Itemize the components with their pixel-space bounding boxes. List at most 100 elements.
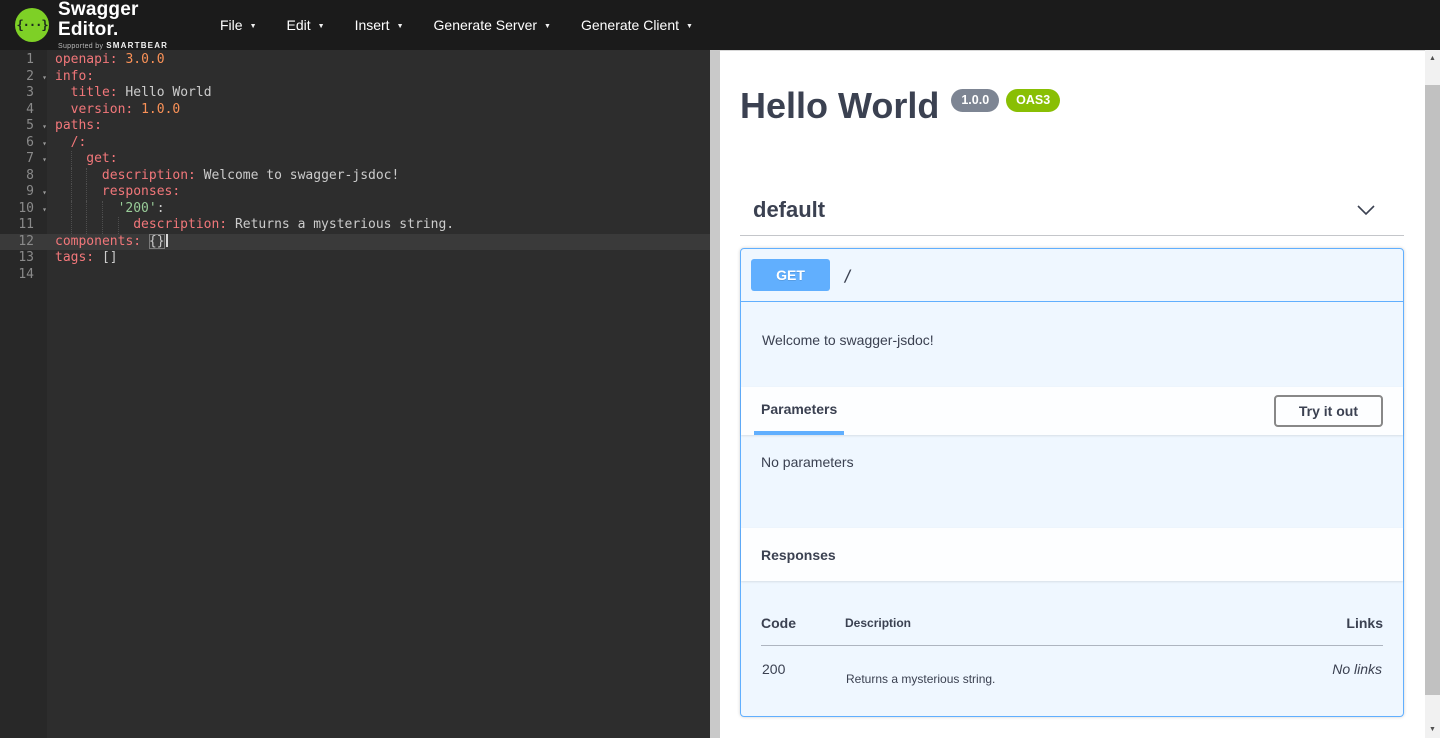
indent-guide xyxy=(86,201,102,218)
line-number[interactable]: 3 xyxy=(0,85,47,102)
code-token: version: xyxy=(71,102,134,117)
code-line-11[interactable]: 11description: Returns a mysterious stri… xyxy=(0,217,710,234)
supported-by-label: Supported by xyxy=(58,43,103,50)
line-number[interactable]: 1 xyxy=(0,52,47,69)
line-number[interactable]: 5▾ xyxy=(0,118,47,135)
code-line-6[interactable]: 6▾ /: xyxy=(0,135,710,152)
code-token: Hello World xyxy=(118,85,212,100)
code-token: info: xyxy=(55,69,94,84)
fold-arrow-icon[interactable]: ▾ xyxy=(42,202,47,219)
menu-label: File xyxy=(220,17,243,33)
line-number[interactable]: 14 xyxy=(0,267,47,284)
code-line-9[interactable]: 9▾ responses: xyxy=(0,184,710,201)
oas3-badge: OAS3 xyxy=(1006,89,1060,112)
menu-generate-client[interactable]: Generate Client▼ xyxy=(566,0,708,50)
code-line-14[interactable]: 14 xyxy=(0,267,710,284)
column-description: Description xyxy=(845,595,1293,646)
swagger-editor-logo[interactable]: {···} Swagger Editor. Supported bySMARTB… xyxy=(15,0,197,50)
code-text: title: Hello World xyxy=(47,85,212,102)
indent-guide xyxy=(55,217,71,234)
code-line-13[interactable]: 13 tags: [] xyxy=(0,250,710,267)
code-text: info: xyxy=(47,69,94,86)
scroll-up-icon[interactable]: ▲ xyxy=(1425,51,1440,66)
code-token: 3.0.0 xyxy=(125,52,164,67)
line-number[interactable]: 6▾ xyxy=(0,135,47,152)
code-token: tags: xyxy=(55,250,94,265)
menu-edit[interactable]: Edit▼ xyxy=(272,0,340,50)
line-number[interactable]: 2▾ xyxy=(0,69,47,86)
opblock-get-root: GET / Welcome to swagger-jsdoc! Paramete… xyxy=(740,248,1404,717)
code-token: 1.0.0 xyxy=(141,102,180,117)
responses-table: Code Description Links 200Returns a myst… xyxy=(761,595,1383,716)
code-token: title: xyxy=(71,85,118,100)
code-line-4[interactable]: 4version: 1.0.0 xyxy=(0,102,710,119)
api-badges: 1.0.0 OAS3 xyxy=(951,89,1060,112)
line-number[interactable]: 8 xyxy=(0,168,47,185)
api-info: Hello World 1.0.0 OAS3 xyxy=(740,86,1404,126)
code-token: Returns a mysterious string. xyxy=(227,217,454,232)
code-line-12[interactable]: 12components: {} xyxy=(0,234,710,251)
indent-guide xyxy=(55,135,71,152)
preview-scrollbar[interactable]: ▲ ▼ xyxy=(1425,50,1440,738)
caret-down-icon: ▼ xyxy=(686,23,693,30)
fold-arrow-icon[interactable]: ▾ xyxy=(42,70,47,87)
fold-arrow-icon[interactable]: ▾ xyxy=(42,119,47,136)
method-badge-get[interactable]: GET xyxy=(751,259,830,291)
line-number[interactable]: 10▾ xyxy=(0,201,47,218)
code-text: description: Welcome to swagger-jsdoc! xyxy=(47,168,399,185)
app-title: Swagger Editor. xyxy=(58,0,197,40)
code-token: /: xyxy=(71,135,87,150)
line-number[interactable]: 4 xyxy=(0,102,47,119)
menu-insert[interactable]: Insert▼ xyxy=(340,0,419,50)
opblock-summary[interactable]: GET / xyxy=(741,249,1403,302)
topbar: {···} Swagger Editor. Supported bySMARTB… xyxy=(0,0,1440,50)
responses-table-wrapper: Code Description Links 200Returns a myst… xyxy=(741,581,1403,716)
operation-path[interactable]: / xyxy=(843,266,853,285)
fold-arrow-icon[interactable]: ▾ xyxy=(42,185,47,202)
code-line-3[interactable]: 3title: Hello World xyxy=(0,85,710,102)
menu-generate-server[interactable]: Generate Server▼ xyxy=(419,0,566,50)
menu-file[interactable]: File ▼ xyxy=(205,0,272,50)
tag-section-default[interactable]: default xyxy=(740,189,1404,236)
code-line-1[interactable]: 1openapi: 3.0.0 xyxy=(0,52,710,69)
code-line-8[interactable]: 8description: Welcome to swagger-jsdoc! xyxy=(0,168,710,185)
line-number[interactable]: 11 xyxy=(0,217,47,234)
code-token: '200' xyxy=(118,201,157,216)
tab-parameters[interactable]: Parameters xyxy=(754,387,844,435)
text-cursor xyxy=(166,234,168,247)
line-number[interactable]: 7▾ xyxy=(0,151,47,168)
responses-header: Responses xyxy=(741,528,1403,581)
code-token: responses: xyxy=(102,184,180,199)
code-line-5[interactable]: 5▾ paths: xyxy=(0,118,710,135)
indent-guide xyxy=(71,168,87,185)
response-row: 200Returns a mysterious string.No links xyxy=(761,646,1383,717)
fold-arrow-icon[interactable]: ▾ xyxy=(42,152,47,169)
code-text: version: 1.0.0 xyxy=(47,102,180,119)
bracket-pair: {} xyxy=(149,234,165,249)
caret-down-icon: ▼ xyxy=(250,23,257,30)
line-number[interactable]: 13 xyxy=(0,250,47,267)
scroll-down-icon[interactable]: ▼ xyxy=(1425,722,1440,737)
code-text: '200': xyxy=(47,201,165,218)
line-number[interactable]: 9▾ xyxy=(0,184,47,201)
code-line-2[interactable]: 2▾ info: xyxy=(0,69,710,86)
code-token xyxy=(133,102,141,117)
caret-down-icon: ▼ xyxy=(397,23,404,30)
code-text: components: {} xyxy=(47,234,168,251)
logo-subtitle: Supported bySMARTBEAR xyxy=(58,41,197,50)
logo-texts: Swagger Editor. Supported bySMARTBEAR xyxy=(58,0,197,50)
scrollbar-thumb[interactable] xyxy=(1425,85,1440,695)
fold-arrow-icon[interactable]: ▾ xyxy=(42,136,47,153)
try-it-out-button[interactable]: Try it out xyxy=(1274,395,1383,427)
code-text: /: xyxy=(47,135,86,152)
code-line-7[interactable]: 7▾get: xyxy=(0,151,710,168)
yaml-editor[interactable]: 1openapi: 3.0.02▾info:3title: Hello Worl… xyxy=(0,50,710,738)
code-token: [] xyxy=(94,250,117,265)
code-line-10[interactable]: 10▾'200': xyxy=(0,201,710,218)
chevron-down-icon[interactable] xyxy=(1356,204,1376,216)
line-number[interactable]: 12 xyxy=(0,234,47,251)
pane-splitter[interactable] xyxy=(710,50,720,738)
menu-bar: File ▼ Edit▼Insert▼Generate Server▼Generat… xyxy=(205,0,708,50)
code-token: paths: xyxy=(55,118,102,133)
api-title: Hello World xyxy=(740,86,939,126)
